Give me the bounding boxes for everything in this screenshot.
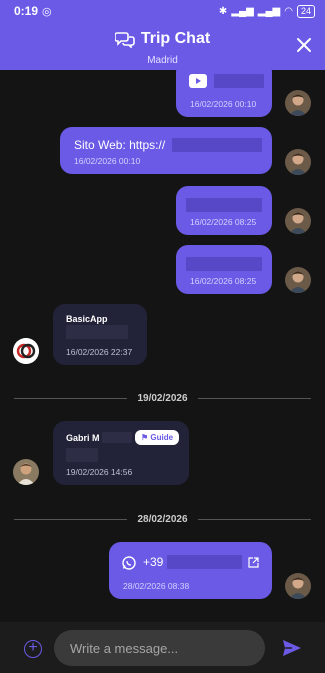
whatsapp-icon xyxy=(122,556,136,570)
guide-avatar xyxy=(13,459,39,485)
phone-number-text: +39 xyxy=(143,555,164,569)
chat-header: Trip Chat Madrid xyxy=(0,22,325,70)
date-divider: 19/02/2026 xyxy=(14,391,311,405)
signal-2-icon: ▂▄▆ xyxy=(257,5,281,17)
message-timestamp: 19/02/2026 14:56 xyxy=(66,467,133,477)
redacted-content xyxy=(66,325,128,339)
signal-icon: ▂▄▆ xyxy=(231,5,254,17)
message-bubble-outgoing[interactable]: 16/02/2026 08:25 xyxy=(176,186,272,235)
message-bubble-outgoing[interactable]: +39 28/02/2026 08:38 xyxy=(109,542,272,599)
message-timestamp: 16/02/2026 22:37 xyxy=(66,347,133,357)
date-divider-label: 19/02/2026 xyxy=(137,392,188,404)
chat-title-text: Trip Chat xyxy=(140,30,211,47)
message-timestamp: 16/02/2026 00:10 xyxy=(190,99,257,109)
date-divider-label: 28/02/2026 xyxy=(137,513,188,525)
redacted-content xyxy=(66,448,98,462)
message-timestamp: 16/02/2026 08:25 xyxy=(190,217,257,227)
status-time: 0:19 xyxy=(14,4,39,18)
guide-badge: ⚑ Guide xyxy=(135,430,180,445)
battery-icon: 24 xyxy=(296,4,315,18)
guide-badge-label: Guide xyxy=(150,433,174,442)
message-bubble-outgoing[interactable]: 16/02/2026 00:10 xyxy=(176,60,272,117)
redacted-content xyxy=(186,198,262,212)
message-bubble-incoming[interactable]: Gabri M ⚑ Guide 19/02/2026 14:56 xyxy=(53,421,189,485)
date-divider: 28/02/2026 xyxy=(14,512,311,526)
whatsapp-notification-icon: ◎ xyxy=(42,5,52,18)
user-avatar xyxy=(285,90,311,116)
youtube-icon xyxy=(189,74,207,88)
add-attachment-icon[interactable]: + xyxy=(24,640,42,658)
redacted-content xyxy=(102,432,132,443)
message-timestamp: 28/02/2026 08:38 xyxy=(123,581,190,591)
user-avatar xyxy=(285,149,311,175)
open-external-icon[interactable] xyxy=(248,557,259,568)
status-bar: 0:19 ◎ ✱ ▂▄▆ ▂▄▆ ◠ 24 xyxy=(0,0,325,22)
flag-icon: ⚑ xyxy=(141,433,149,442)
message-bubble-outgoing[interactable]: 16/02/2026 08:25 xyxy=(176,245,272,294)
message-timestamp: 16/02/2026 08:25 xyxy=(190,276,257,286)
wifi-icon: ◠ xyxy=(284,5,293,17)
status-icons: ✱ ▂▄▆ ▂▄▆ ◠ 24 xyxy=(218,4,315,18)
message-sender: Gabri M xyxy=(66,433,100,443)
message-timestamp: 16/02/2026 00:10 xyxy=(74,156,141,166)
user-avatar xyxy=(285,208,311,234)
chat-bubbles-icon xyxy=(114,32,135,48)
message-bubble-incoming[interactable]: BasicApp 16/02/2026 22:37 xyxy=(53,304,147,365)
chat-subtitle: Madrid xyxy=(147,55,178,66)
bluetooth-icon: ✱ xyxy=(218,5,228,17)
user-avatar xyxy=(285,573,311,599)
close-icon[interactable] xyxy=(295,36,313,54)
message-composer: + xyxy=(0,622,325,673)
message-sender: BasicApp xyxy=(66,314,108,324)
send-icon[interactable] xyxy=(282,639,302,657)
chat-title: Trip Chat xyxy=(114,30,211,48)
redacted-content xyxy=(186,257,262,271)
message-bubble-outgoing[interactable]: Sito Web: https:// 16/02/2026 00:10 xyxy=(60,127,272,174)
redacted-content xyxy=(167,555,242,569)
message-input[interactable] xyxy=(54,630,265,666)
basicapp-avatar xyxy=(13,338,39,364)
message-text: Sito Web: https:// xyxy=(74,138,166,152)
redacted-content xyxy=(214,74,264,88)
redacted-content xyxy=(172,138,262,152)
user-avatar xyxy=(285,267,311,293)
